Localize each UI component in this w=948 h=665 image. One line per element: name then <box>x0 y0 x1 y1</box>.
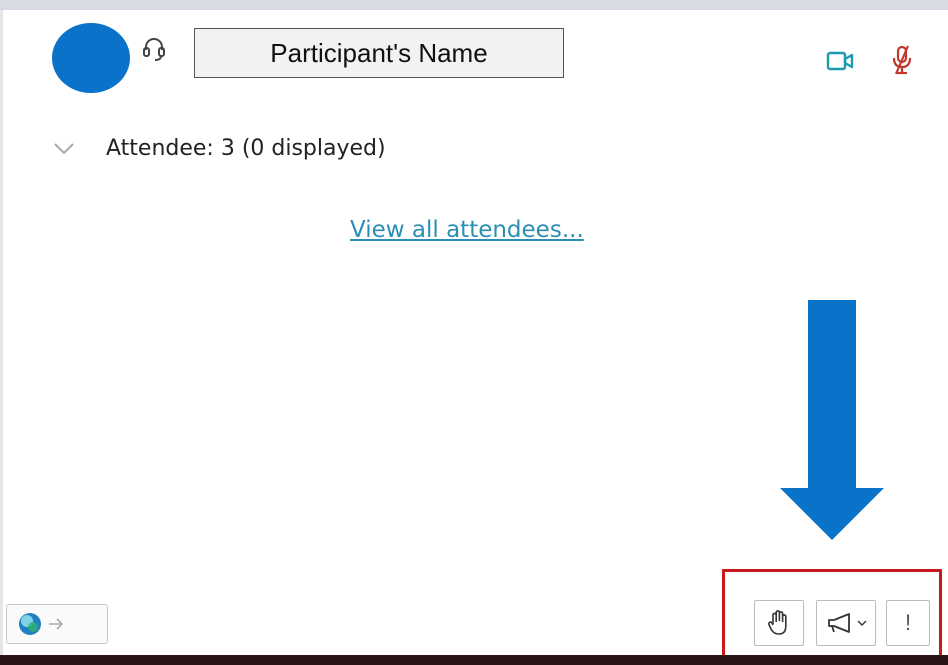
bottom-bar <box>0 655 948 665</box>
view-all-attendees-link[interactable]: View all attendees... <box>350 217 584 243</box>
headset-icon <box>143 38 165 61</box>
more-options-icon: ! <box>904 610 912 635</box>
avatar <box>52 23 130 93</box>
panel-edge <box>0 10 3 655</box>
status-control[interactable] <box>6 604 108 644</box>
announce-dropdown-button[interactable] <box>816 600 876 646</box>
more-options-button[interactable]: ! <box>886 600 930 646</box>
raise-hand-button[interactable] <box>754 600 804 646</box>
chevron-down-icon <box>54 143 74 155</box>
participant-name: Participant's Name <box>194 28 564 78</box>
participant-name-label: Participant's Name <box>270 37 488 68</box>
annotation-arrow <box>780 300 884 540</box>
chevron-down-icon <box>857 620 867 626</box>
megaphone-icon <box>828 613 850 633</box>
top-strip <box>0 0 948 10</box>
attendee-count-label: Attendee: 3 (0 displayed) <box>106 135 386 161</box>
status-orb-icon <box>19 613 41 635</box>
raise-hand-icon <box>768 610 787 635</box>
attendee-group-toggle[interactable]: Attendee: 3 (0 displayed) <box>52 128 386 168</box>
arrow-right-icon <box>49 618 64 630</box>
microphone-off-icon[interactable] <box>890 44 914 76</box>
video-camera-icon[interactable] <box>826 50 854 72</box>
